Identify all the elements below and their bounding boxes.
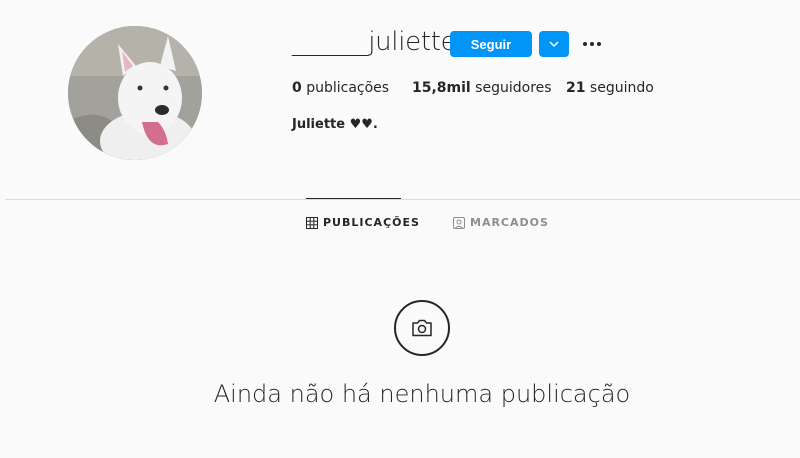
more-options-icon[interactable]: [580, 36, 604, 52]
tabs-divider: [5, 199, 800, 200]
camera-icon: [394, 300, 450, 356]
tab-tagged[interactable]: MARCADOS: [453, 216, 549, 229]
username: ______juliette_: [292, 27, 470, 57]
empty-state-message: Ainda não há nenhuma publicação: [213, 380, 631, 408]
stat-followers[interactable]: 15,8mil seguidores: [412, 80, 552, 96]
tab-tagged-label: MARCADOS: [470, 216, 549, 229]
chevron-down-icon: [549, 41, 559, 47]
follow-button[interactable]: Seguir: [450, 31, 532, 57]
avatar[interactable]: [68, 26, 202, 160]
bio-name: Juliette ♥♥.: [292, 117, 378, 132]
tagged-icon: [453, 216, 465, 229]
dog-avatar-image: [68, 26, 202, 160]
suggested-dropdown-button[interactable]: [539, 31, 569, 57]
tab-posts[interactable]: PUBLICAÇÕES: [306, 216, 420, 229]
tab-posts-label: PUBLICAÇÕES: [323, 216, 420, 229]
stat-posts: 0 publicações: [292, 80, 390, 96]
grid-icon: [306, 216, 318, 229]
stat-following[interactable]: 21 seguindo: [566, 80, 654, 96]
active-tab-indicator: [306, 198, 401, 199]
